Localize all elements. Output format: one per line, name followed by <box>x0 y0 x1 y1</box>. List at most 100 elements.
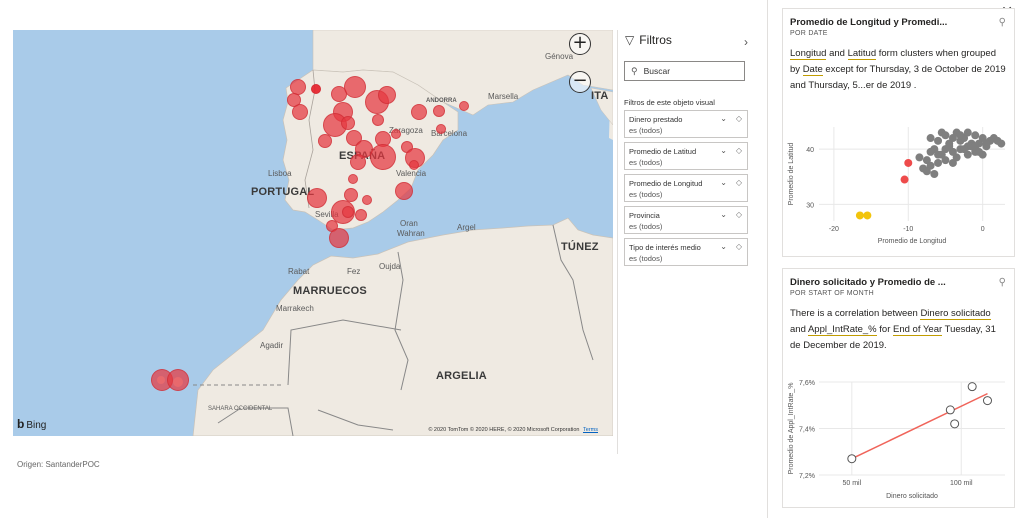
map-bubble[interactable] <box>350 154 366 170</box>
filter-state: es (todos) <box>629 254 663 263</box>
data-point <box>863 211 872 220</box>
clear-filter-icon[interactable]: ◇ <box>736 210 742 219</box>
map-bubble[interactable] <box>329 228 349 248</box>
field-link[interactable]: End of Year <box>893 324 943 336</box>
collapse-filters-button[interactable]: › <box>744 35 748 49</box>
data-point <box>982 396 992 406</box>
data-point <box>952 153 961 162</box>
scatter-chart-dinero-intrate: 50 mil 100 mil 7,6% 7,4% 7,2% Dinero solicita… <box>788 380 1005 500</box>
filters-header: ▽ Filtros <box>625 33 672 47</box>
map-bubble[interactable] <box>378 86 396 104</box>
map-bubble[interactable] <box>391 129 401 139</box>
filters-search-input[interactable]: ⚲ Buscar <box>624 61 745 81</box>
map-bubble[interactable] <box>292 104 308 120</box>
city-label: Oran <box>400 219 418 228</box>
data-point <box>855 211 864 220</box>
map-bubble[interactable] <box>433 105 445 117</box>
filter-card-tipo-interes[interactable]: Tipo de interés medio es (todos) ⌄ ◇ <box>624 238 748 266</box>
filters-section-label: Filtros de este objeto visual <box>624 98 715 107</box>
data-point <box>934 136 943 145</box>
card-title: Dinero solicitado y Promedio de ... <box>790 277 946 288</box>
clear-filter-icon[interactable]: ◇ <box>736 178 742 187</box>
map-copyright: © 2020 TomTom © 2020 HERE, © 2020 Micros… <box>428 427 598 433</box>
card-description: There is a correlation between Dinero so… <box>790 308 996 351</box>
map-bubble[interactable] <box>409 160 419 170</box>
city-label: Agadir <box>260 341 284 350</box>
map-bubble[interactable] <box>362 195 372 205</box>
terms-link[interactable]: Terms <box>583 427 598 433</box>
map-bubble[interactable] <box>341 116 355 130</box>
chevron-down-icon[interactable]: ⌄ <box>720 114 727 123</box>
filter-state: es (todos) <box>629 158 663 167</box>
filter-state: es (todos) <box>629 222 663 231</box>
insight-card-longitud-latitud[interactable]: Promedio de Longitud y Promedi... POR DA… <box>782 8 1015 257</box>
data-point <box>934 158 943 167</box>
bing-label: Bing <box>26 420 47 431</box>
chevron-down-icon[interactable]: ⌄ <box>720 146 727 155</box>
y-tick-label: 7,2% <box>799 473 815 480</box>
chevron-down-icon[interactable]: ⌄ <box>720 242 727 251</box>
data-point <box>982 139 991 148</box>
chevron-down-icon[interactable]: ⌄ <box>720 210 727 219</box>
city-label: Génova <box>545 52 574 61</box>
scatter-chart-longitud-latitud: -20 -10 0 40 30 Promedio de Longitud Promedio … <box>788 127 1006 245</box>
bing-logo: b Bing <box>17 417 46 431</box>
map-bubble[interactable] <box>370 144 396 170</box>
country-label-italia: ITA <box>591 90 609 102</box>
city-label: Wahran <box>397 229 425 238</box>
filters-pane: ▽ Filtros › ⚲ Buscar Filtros de este objet… <box>617 30 758 454</box>
field-link[interactable]: Dinero solicitado <box>920 308 991 320</box>
data-point <box>937 150 946 159</box>
filter-name: Provincia <box>629 211 660 220</box>
field-link[interactable]: Latitud <box>847 48 877 60</box>
city-label: Marsella <box>488 92 519 101</box>
x-tick-label: -10 <box>903 226 913 233</box>
y-tick-label: 7,4% <box>799 427 815 434</box>
clear-filter-icon[interactable]: ◇ <box>736 242 742 251</box>
filter-state: es (todos) <box>629 190 663 199</box>
filter-name: Promedio de Latitud <box>629 147 697 156</box>
filter-card-provincia[interactable]: Provincia es (todos) ⌄ ◇ <box>624 206 748 234</box>
pin-icon[interactable]: ⚲ <box>999 17 1006 28</box>
field-link[interactable]: Appl_IntRate_% <box>807 324 877 336</box>
city-label: Argel <box>457 223 476 232</box>
map-bubble[interactable] <box>459 101 469 111</box>
map-bubble[interactable] <box>311 84 321 94</box>
copyright-text: © 2020 TomTom © 2020 HERE, © 2020 Micros… <box>428 427 580 433</box>
data-point <box>960 145 969 154</box>
field-link[interactable]: Date <box>802 64 823 76</box>
bubble-map[interactable]: ESPAÑA PORTUGAL MARRUECOS ARGELIA TÚNEZ … <box>13 30 613 436</box>
map-bubble[interactable] <box>436 124 446 134</box>
clear-filter-icon[interactable]: ◇ <box>736 146 742 155</box>
country-label-portugal: PORTUGAL <box>251 186 315 198</box>
map-bubble[interactable] <box>372 114 384 126</box>
data-point <box>945 142 954 151</box>
x-axis-label: Promedio de Longitud <box>878 238 947 245</box>
clear-filter-icon[interactable]: ◇ <box>736 114 742 123</box>
map-bubble[interactable] <box>355 209 367 221</box>
field-link[interactable]: Longitud <box>790 48 827 60</box>
map-bubble[interactable] <box>342 206 354 218</box>
map-bubble[interactable] <box>348 174 358 184</box>
card-subtitle: POR START OF MONTH <box>790 290 874 297</box>
filter-name: Dinero prestado <box>629 115 683 124</box>
y-tick-label: 30 <box>806 202 814 209</box>
insight-card-dinero-intrate[interactable]: Dinero solicitado y Promedio de ... POR … <box>782 268 1015 508</box>
filter-card-promedio-latitud[interactable]: Promedio de Latitud es (todos) ⌄ ◇ <box>624 142 748 170</box>
chevron-down-icon[interactable]: ⌄ <box>720 178 727 187</box>
city-label: Marrakech <box>276 304 314 313</box>
filter-card-dinero-prestado[interactable]: Dinero prestado es (todos) ⌄ ◇ <box>624 110 748 138</box>
data-point <box>900 175 909 184</box>
zoom-in-button[interactable]: + <box>569 33 591 55</box>
map-bubble[interactable] <box>318 134 332 148</box>
map-bubble[interactable] <box>411 104 427 120</box>
map-bubble[interactable] <box>395 182 413 200</box>
y-axis-label: Promedio de Latitud <box>788 143 795 206</box>
map-bubble[interactable] <box>167 369 189 391</box>
zoom-out-button[interactable]: − <box>569 71 591 93</box>
map-bubble[interactable] <box>344 76 366 98</box>
filter-name: Tipo de interés medio <box>629 243 701 252</box>
map-bubble[interactable] <box>307 188 327 208</box>
pin-icon[interactable]: ⚲ <box>999 277 1006 288</box>
filter-card-promedio-longitud[interactable]: Promedio de Longitud es (todos) ⌄ ◇ <box>624 174 748 202</box>
